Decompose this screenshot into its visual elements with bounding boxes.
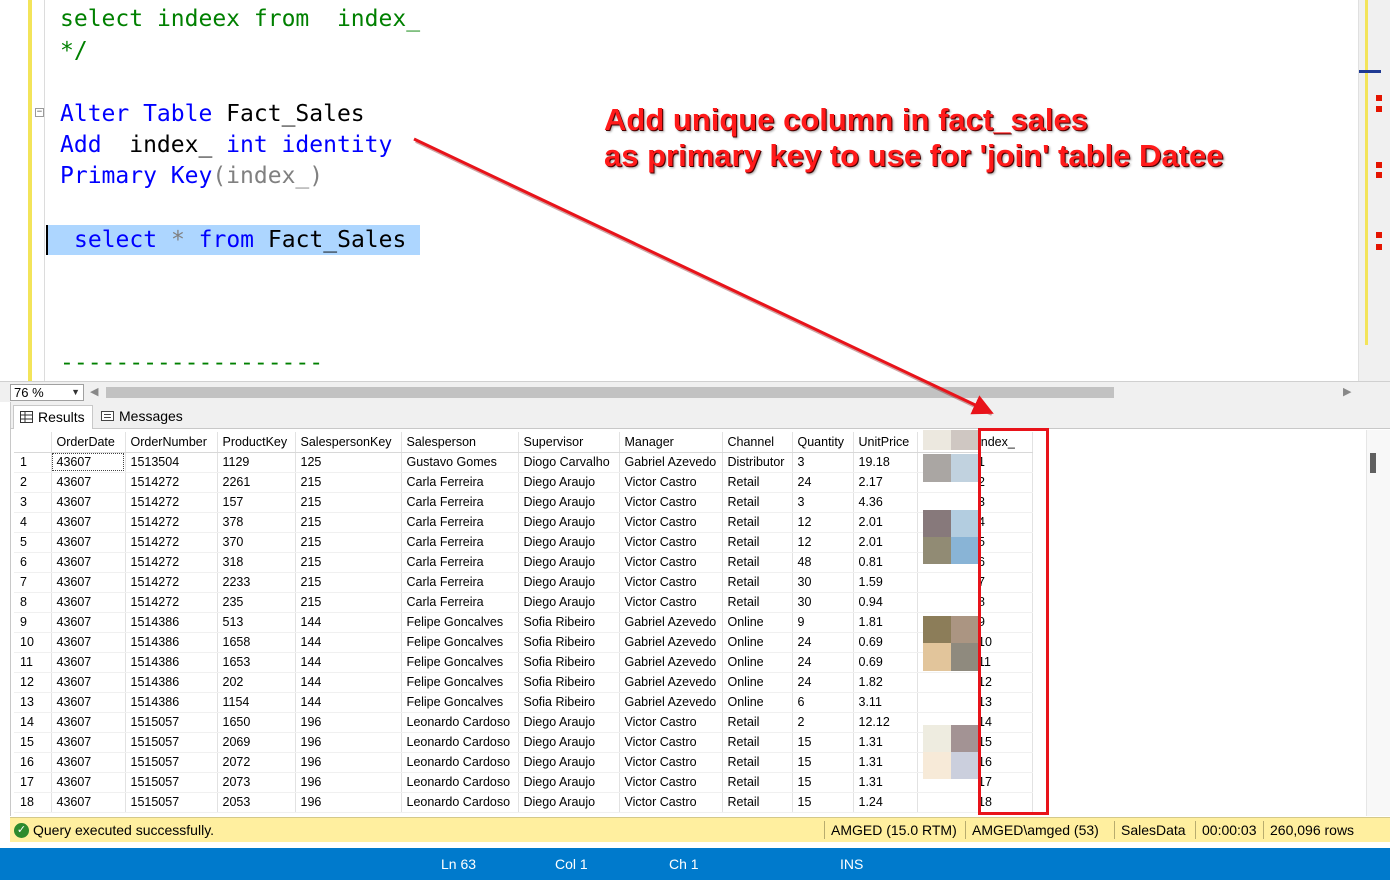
- status-separator: [1263, 821, 1264, 839]
- status-separator: [824, 821, 825, 839]
- status-message: Query executed successfully.: [33, 822, 215, 838]
- status-server: AMGED (15.0 RTM): [831, 822, 957, 838]
- status-separator: [965, 821, 966, 839]
- annotation-arrow: [413, 137, 994, 416]
- query-status-bar: ✓ Query executed successfully. AMGED (15…: [10, 817, 1390, 842]
- status-separator: [1195, 821, 1196, 839]
- editor-status-bar: Ln 63 Col 1 Ch 1 INS: [0, 848, 1390, 880]
- status-separator: [1114, 821, 1115, 839]
- status-user: AMGED\amged (53): [972, 822, 1099, 838]
- status-elapsed: 00:00:03: [1202, 822, 1257, 838]
- line-indicator: Ln 63: [441, 856, 477, 872]
- success-check-icon: ✓: [14, 823, 29, 838]
- status-database: SalesData: [1121, 822, 1186, 838]
- insert-mode-indicator: INS: [840, 856, 864, 872]
- char-indicator: Ch 1: [669, 856, 699, 872]
- column-indicator: Col 1: [555, 856, 588, 872]
- status-rows: 260,096 rows: [1270, 822, 1355, 838]
